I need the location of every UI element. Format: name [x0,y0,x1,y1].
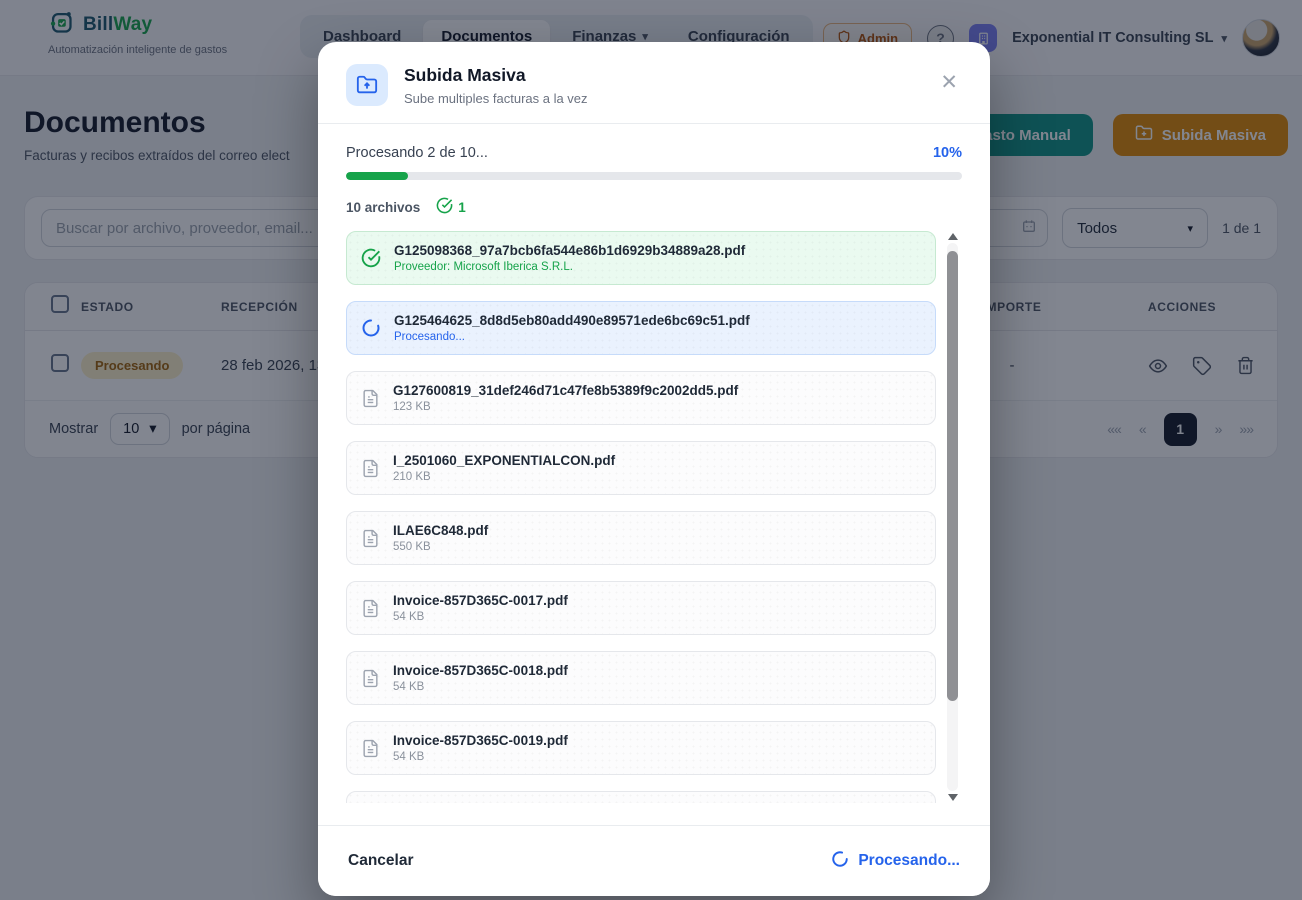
file-name: G127600819_31def246d71c47fe8b5389f9c2002… [393,383,738,398]
file-icon [361,599,380,618]
file-name: ILAE6C848.pdf [393,523,488,538]
bulk-upload-modal: Subida Masiva Sube multiples facturas a … [318,42,990,896]
file-icon [361,669,380,688]
modal-subtitle: Sube multiples facturas a la vez [404,91,588,106]
modal-footer: Cancelar Procesando... [318,825,990,896]
file-meta: Proveedor: Microsoft Iberica S.R.L. [394,261,745,273]
file-name: I_2501060_EXPONENTIALCON.pdf [393,453,615,468]
progress-bar [346,172,962,180]
folder-upload-icon [346,64,388,106]
scrollbar-thumb[interactable] [947,251,958,700]
file-icon [361,389,380,408]
spinner-icon [831,850,849,873]
scroll-up-arrow[interactable] [948,233,958,240]
check-circle-icon [436,197,453,217]
file-meta: 54 KB [393,611,568,623]
spinner-icon [361,318,381,338]
file-icon [361,739,380,758]
file-name: G125464625_8d8d5eb80add490e89571ede6bc69… [394,313,750,328]
files-count: 10 archivos [346,200,420,215]
done-count: 1 [436,197,466,217]
scrollbar [945,233,960,801]
file-item-processing: G125464625_8d8d5eb80add490e89571ede6bc69… [346,301,936,355]
file-item-done: G125098368_97a7bcb6fa544e86b1d6929b34889… [346,231,936,285]
file-meta: 210 KB [393,471,615,483]
file-meta: 123 KB [393,401,738,413]
file-name: G125098368_97a7bcb6fa544e86b1d6929b34889… [394,243,745,258]
file-item-pending: Invoice-857D365C-0019.pdf 54 KB [346,721,936,775]
modal-header: Subida Masiva Sube multiples facturas a … [318,42,990,124]
processing-button[interactable]: Procesando... [831,850,960,873]
modal-body: Procesando 2 de 10... 10% 10 archivos 1 … [318,124,990,803]
file-item-pending: Invoice-857D365C-0017.pdf 54 KB [346,581,936,635]
close-icon[interactable]: ✕ [936,64,962,101]
file-name: Invoice-857D365C-0017.pdf [393,593,568,608]
file-name: Invoice-857D365C-0018.pdf [393,663,568,678]
file-icon [361,459,380,478]
cancel-button[interactable]: Cancelar [348,852,413,870]
file-name: Invoice-857D365C-0019.pdf [393,733,568,748]
file-item-pending: ILAE6C848.pdf 550 KB [346,511,936,565]
file-item-pending: Invoice-857D365C-0018.pdf 54 KB [346,651,936,705]
modal-title: Subida Masiva [404,64,588,86]
scrollbar-track[interactable] [947,243,958,791]
progress-percent: 10% [933,145,962,161]
progress-label: Procesando 2 de 10... [346,145,488,161]
file-item-pending: G127600819_31def246d71c47fe8b5389f9c2002… [346,371,936,425]
file-meta: 54 KB [393,751,568,763]
progress-fill [346,172,408,180]
file-item-pending: I_2501060_EXPONENTIALCON.pdf 210 KB [346,441,936,495]
file-meta: 550 KB [393,541,488,553]
file-list[interactable]: G125098368_97a7bcb6fa544e86b1d6929b34889… [346,231,962,803]
file-meta: 54 KB [393,681,568,693]
file-meta: Procesando... [394,331,750,343]
scroll-down-arrow[interactable] [948,794,958,801]
app-root: BillWay Automatización inteligente de ga… [0,0,1302,900]
file-item-partial [346,791,936,803]
check-circle-icon [361,248,381,268]
file-icon [361,529,380,548]
